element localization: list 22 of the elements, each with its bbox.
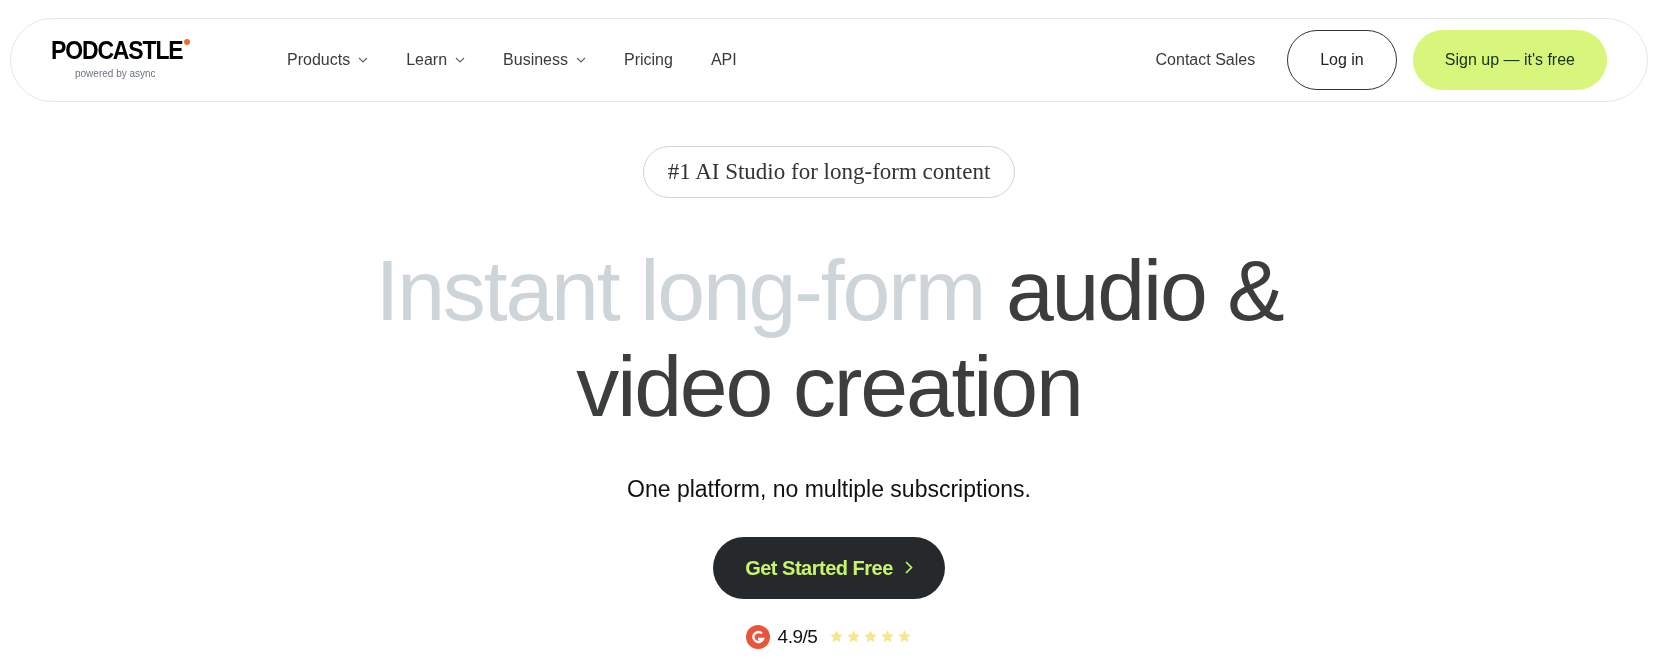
rating-score: 4.9/5 (777, 624, 818, 649)
nav-link[interactable]: Learn (406, 48, 466, 72)
star-icon (880, 629, 896, 645)
nav-link[interactable]: API (710, 48, 737, 72)
nav-link[interactable]: Products (287, 48, 369, 72)
g2-logo-icon (745, 624, 770, 649)
nav-link[interactable]: Business (503, 48, 586, 72)
contact-sales-link[interactable]: Contact Sales (1155, 48, 1256, 72)
nav-link[interactable]: Pricing (624, 48, 673, 72)
logo-wordmark[interactable]: PODCASTLE (51, 37, 183, 64)
get-started-button[interactable]: Get Started Free (713, 536, 945, 599)
star-icon (846, 629, 862, 645)
chevron-down-icon (576, 57, 586, 63)
star-icon (829, 629, 845, 645)
star-icon (897, 629, 913, 645)
chevron-down-icon (358, 57, 369, 63)
subtitle: One platform, no multiple subscriptions. (627, 475, 1031, 504)
logo-tagline: powered by async (75, 67, 156, 81)
signup-button[interactable]: Sign up — it's free (1412, 30, 1607, 90)
star-icon (863, 629, 879, 645)
chevron-right-icon (904, 561, 913, 574)
chevron-down-icon (455, 57, 466, 63)
